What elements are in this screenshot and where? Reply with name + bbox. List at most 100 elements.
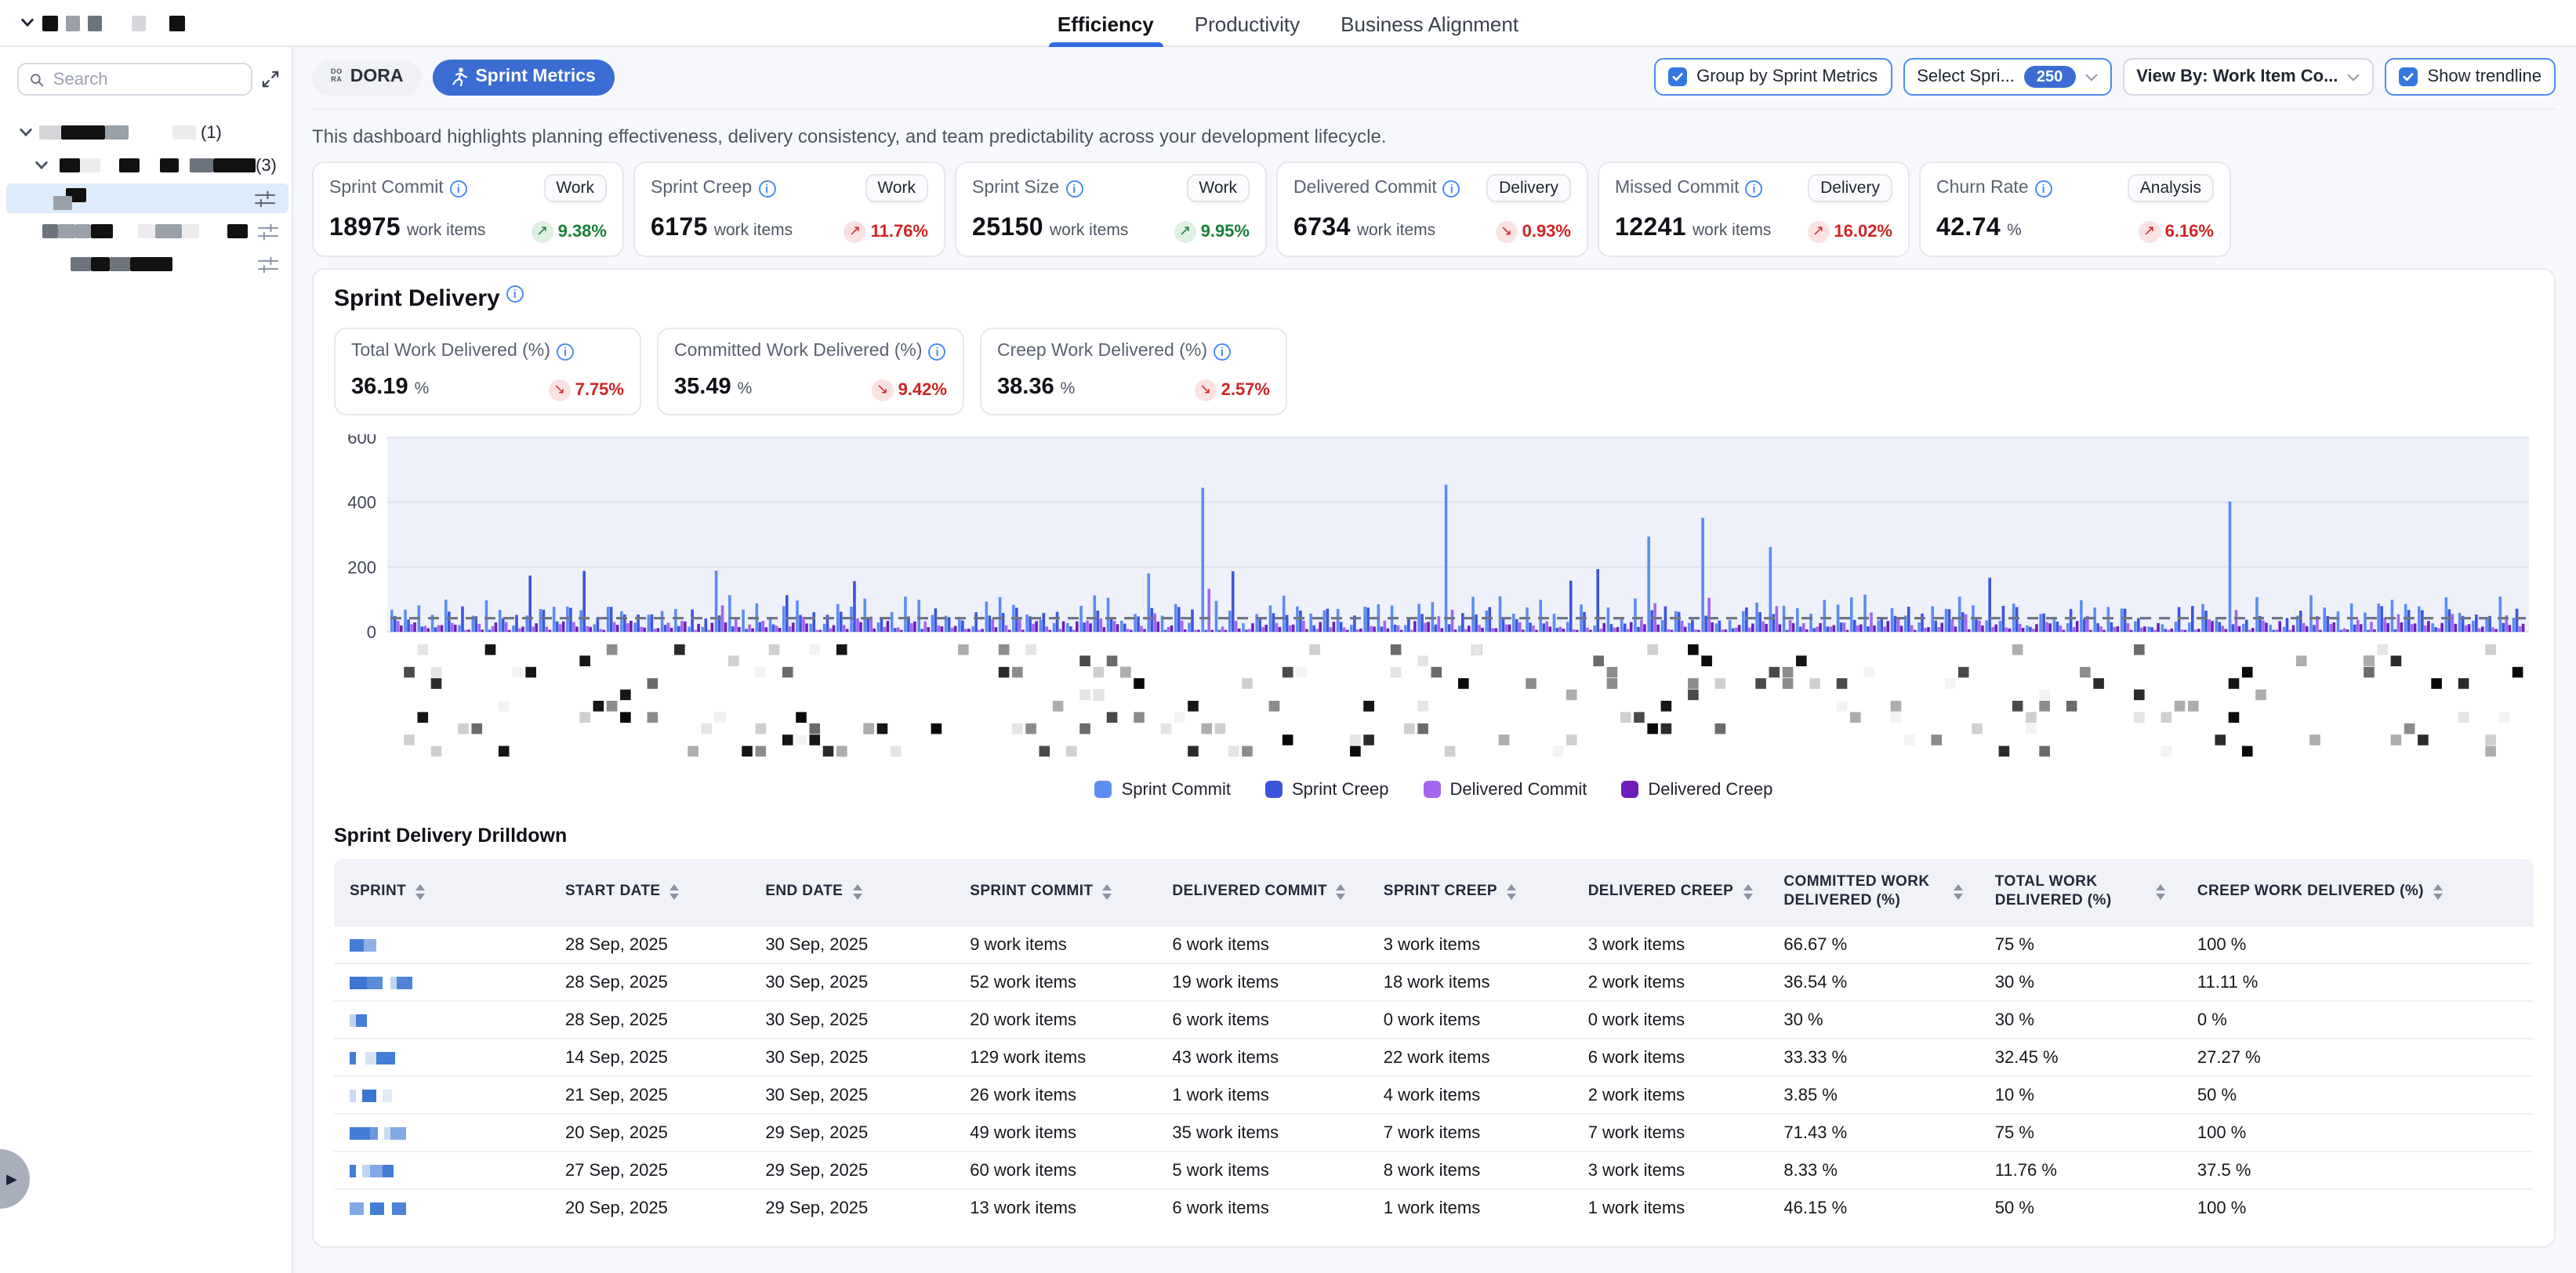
tree-item-group[interactable]: (3) [0, 151, 292, 180]
table-cell-delivered-commit: 6 work items [1156, 1189, 1367, 1227]
info-icon[interactable]: i [758, 180, 775, 197]
selected-sprints-count-badge: 250 [2024, 66, 2075, 88]
svg-text:600: 600 [347, 433, 376, 447]
col-delivered-creep[interactable]: Delivered Creep [1573, 858, 1769, 926]
sprint-metrics-button[interactable]: Sprint Metrics [433, 59, 614, 95]
show-trendline-checkbox[interactable]: Show trendline [2385, 58, 2556, 96]
sprint-name-redacted [334, 1114, 550, 1152]
tree-item-root[interactable]: (1) [0, 118, 292, 147]
redacted-logo-text [88, 15, 102, 31]
chevron-down-icon [2084, 73, 2097, 81]
legend-sprint-creep[interactable]: Sprint Creep [1265, 780, 1389, 799]
col-sprint-creep[interactable]: Sprint Creep [1368, 858, 1573, 926]
metric-value: 6175 [651, 215, 708, 243]
table-cell-delivered-creep: 3 work items [1573, 1152, 1769, 1189]
chevron-down-icon [34, 158, 49, 172]
col-start-date[interactable]: Start Date [550, 858, 749, 926]
sort-icon[interactable] [1743, 884, 1752, 899]
trend-arrow-icon: ↘ [872, 379, 894, 401]
info-icon[interactable]: i [557, 343, 574, 360]
table-row[interactable]: 28 Sep, 202530 Sep, 202552 work items19 … [334, 963, 2534, 1001]
info-icon[interactable]: i [1443, 180, 1460, 197]
metric-category-badge: Work [1186, 174, 1250, 202]
sprint-delivery-drilldown-table: Sprint Start Date End Date Sprint Commit… [334, 858, 2534, 1227]
info-icon[interactable]: i [1745, 180, 1762, 197]
redacted-text [130, 257, 172, 271]
metric-title: Sprint Size [972, 179, 1059, 198]
col-creep-work-delivered[interactable]: Creep Work Delivered (%) [2182, 858, 2534, 926]
trend-indicator: ↗16.02% [1807, 220, 1892, 242]
expand-panel-icon[interactable] [262, 71, 279, 88]
filter-sliders-icon[interactable] [257, 222, 279, 241]
info-icon[interactable]: i [1214, 343, 1231, 360]
info-icon[interactable]: i [929, 343, 946, 360]
filter-sliders-icon[interactable] [254, 189, 276, 208]
sort-icon[interactable] [2157, 884, 2166, 899]
col-sprint-commit[interactable]: Sprint Commit [954, 858, 1156, 926]
sort-icon[interactable] [1954, 884, 1964, 899]
legend-swatch [1424, 781, 1441, 798]
select-sprints-dropdown[interactable]: Select Spri... 250 [1903, 58, 2111, 96]
info-icon[interactable]: i [2035, 180, 2052, 197]
chart-legend: Sprint Commit Sprint Creep Delivered Com… [334, 780, 2534, 799]
table-row[interactable]: 28 Sep, 202530 Sep, 202520 work items6 w… [334, 1001, 2534, 1039]
table-cell-delivered-commit: 1 work items [1156, 1076, 1367, 1114]
col-sprint[interactable]: Sprint [334, 858, 550, 926]
col-total-work-delivered[interactable]: Total Work Delivered (%) [1979, 858, 2182, 926]
col-committed-work-delivered[interactable]: Committed Work Delivered (%) [1768, 858, 1979, 926]
sort-icon[interactable] [2433, 884, 2443, 899]
tab-efficiency[interactable]: Efficiency [1058, 0, 1154, 47]
group-by-sprint-metrics-checkbox[interactable]: Group by Sprint Metrics [1654, 58, 1892, 96]
col-delivered-commit[interactable]: Delivered Commit [1156, 858, 1367, 926]
sort-icon[interactable] [1507, 884, 1516, 899]
dora-button[interactable]: DORA DORA [312, 59, 422, 95]
chevron-down-icon [19, 125, 33, 140]
search-icon [30, 71, 44, 87]
legend-delivered-creep[interactable]: Delivered Creep [1621, 780, 1772, 799]
sort-icon[interactable] [1102, 884, 1112, 899]
chevron-down-icon [2347, 73, 2360, 81]
filter-sliders-icon[interactable] [257, 255, 279, 274]
legend-delivered-commit[interactable]: Delivered Commit [1424, 780, 1587, 799]
table-cell-creep-work-delivered: 11.11 % [2182, 963, 2534, 1001]
table-row[interactable]: 20 Sep, 202529 Sep, 202549 work items35 … [334, 1114, 2534, 1152]
table-row[interactable]: 14 Sep, 202530 Sep, 2025129 work items43… [334, 1039, 2534, 1076]
table-cell-committed-work-delivered: 33.33 % [1768, 1039, 1979, 1076]
tree-item[interactable] [0, 216, 292, 246]
info-icon[interactable]: i [1065, 180, 1083, 197]
table-row[interactable]: 28 Sep, 202530 Sep, 20259 work items6 wo… [334, 926, 2534, 963]
tab-business-alignment[interactable]: Business Alignment [1341, 0, 1518, 47]
view-by-dropdown[interactable]: View By: Work Item Co... [2122, 58, 2374, 96]
legend-sprint-commit[interactable]: Sprint Commit [1095, 780, 1231, 799]
dora-icon: DORA [331, 70, 343, 85]
redacted-text [182, 224, 199, 238]
sort-icon[interactable] [1337, 884, 1346, 899]
search-input[interactable] [53, 70, 240, 89]
tree-item[interactable] [0, 249, 292, 279]
sort-icon[interactable] [852, 884, 862, 899]
trend-arrow-icon: ↗ [2139, 220, 2161, 242]
metric-unit: work items [1050, 221, 1128, 240]
metric-title: Sprint Commit [329, 179, 444, 198]
col-end-date[interactable]: End Date [749, 858, 954, 926]
redacted-text [71, 257, 91, 271]
info-icon[interactable]: i [450, 180, 467, 197]
tree-item-selected[interactable] [6, 183, 288, 213]
sort-icon[interactable] [415, 884, 425, 899]
table-row[interactable]: 20 Sep, 202529 Sep, 202513 work items6 w… [334, 1189, 2534, 1227]
info-icon[interactable]: i [506, 285, 524, 303]
workspace-switcher[interactable] [0, 15, 185, 31]
table-cell-end-date: 29 Sep, 2025 [749, 1114, 954, 1152]
subcard-value: 38.36 [997, 375, 1054, 400]
table-cell-sprint-creep: 3 work items [1368, 926, 1573, 963]
sort-icon[interactable] [670, 884, 680, 899]
tab-productivity[interactable]: Productivity [1195, 0, 1300, 47]
redacted-text [190, 158, 213, 172]
sidebar-collapse-toggle[interactable]: ▶ [0, 1149, 30, 1209]
sprint-delivery-chart[interactable]: 6004002000 [334, 433, 2534, 777]
subcard-unit: % [1061, 379, 1076, 398]
table-row[interactable]: 27 Sep, 202529 Sep, 202560 work items5 w… [334, 1152, 2534, 1189]
table-row[interactable]: 21 Sep, 202530 Sep, 202526 work items1 w… [334, 1076, 2534, 1114]
table-cell-sprint-commit: 26 work items [954, 1076, 1156, 1114]
table-cell-delivered-commit: 19 work items [1156, 963, 1367, 1001]
